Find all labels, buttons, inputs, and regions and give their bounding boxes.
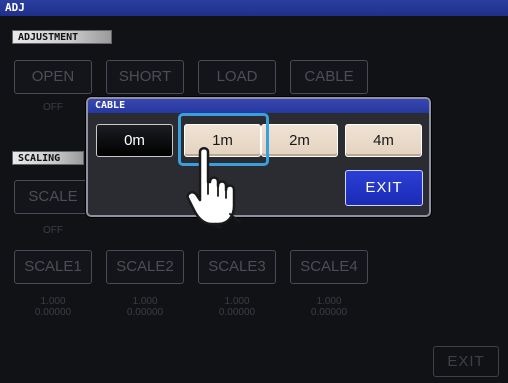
short-button[interactable]: SHORT <box>106 60 184 94</box>
load-button[interactable]: LOAD <box>198 60 276 94</box>
scale3-values: 1.000 0.00000 <box>198 296 276 318</box>
scale2-values: 1.000 0.00000 <box>106 296 184 318</box>
adjustment-section-header: ADJUSTMENT <box>12 30 112 44</box>
option-0m-button[interactable]: 0m <box>96 124 173 157</box>
scaling-section-header: SCALING <box>12 151 84 165</box>
window-title-bar: ADJ <box>0 0 508 16</box>
scale2-b: 0.00000 <box>126 307 164 318</box>
scale3-button[interactable]: SCALE3 <box>198 250 276 284</box>
scale-button[interactable]: SCALE <box>14 180 92 214</box>
scale1-a: 1.000 <box>40 296 66 307</box>
scale4-a: 1.000 <box>316 296 342 307</box>
scale1-values: 1.000 0.00000 <box>14 296 92 318</box>
cable-button[interactable]: CABLE <box>290 60 368 94</box>
window-title: ADJ <box>5 1 25 14</box>
dialog-title: CABLE <box>88 99 429 113</box>
pointing-hand-icon <box>186 147 241 228</box>
scale2-a: 1.000 <box>132 296 158 307</box>
scale4-values: 1.000 0.00000 <box>290 296 368 318</box>
open-button[interactable]: OPEN <box>14 60 92 94</box>
scale4-b: 0.00000 <box>310 307 348 318</box>
scale1-b: 0.00000 <box>34 307 72 318</box>
dialog-exit-button[interactable]: EXIT <box>345 170 423 206</box>
scale3-a: 1.000 <box>224 296 250 307</box>
open-value: OFF <box>43 102 63 113</box>
scale1-button[interactable]: SCALE1 <box>14 250 92 284</box>
option-2m-button[interactable]: 2m <box>261 124 338 157</box>
option-4m-button[interactable]: 4m <box>345 124 422 157</box>
scale2-button[interactable]: SCALE2 <box>106 250 184 284</box>
exit-button-background[interactable]: EXIT <box>433 346 499 377</box>
scale4-button[interactable]: SCALE4 <box>290 250 368 284</box>
scale-value: OFF <box>43 225 63 236</box>
scale3-b: 0.00000 <box>218 307 256 318</box>
screen: ADJ ADJUSTMENT OPEN OFF SHORT LOAD CABLE… <box>0 0 508 383</box>
